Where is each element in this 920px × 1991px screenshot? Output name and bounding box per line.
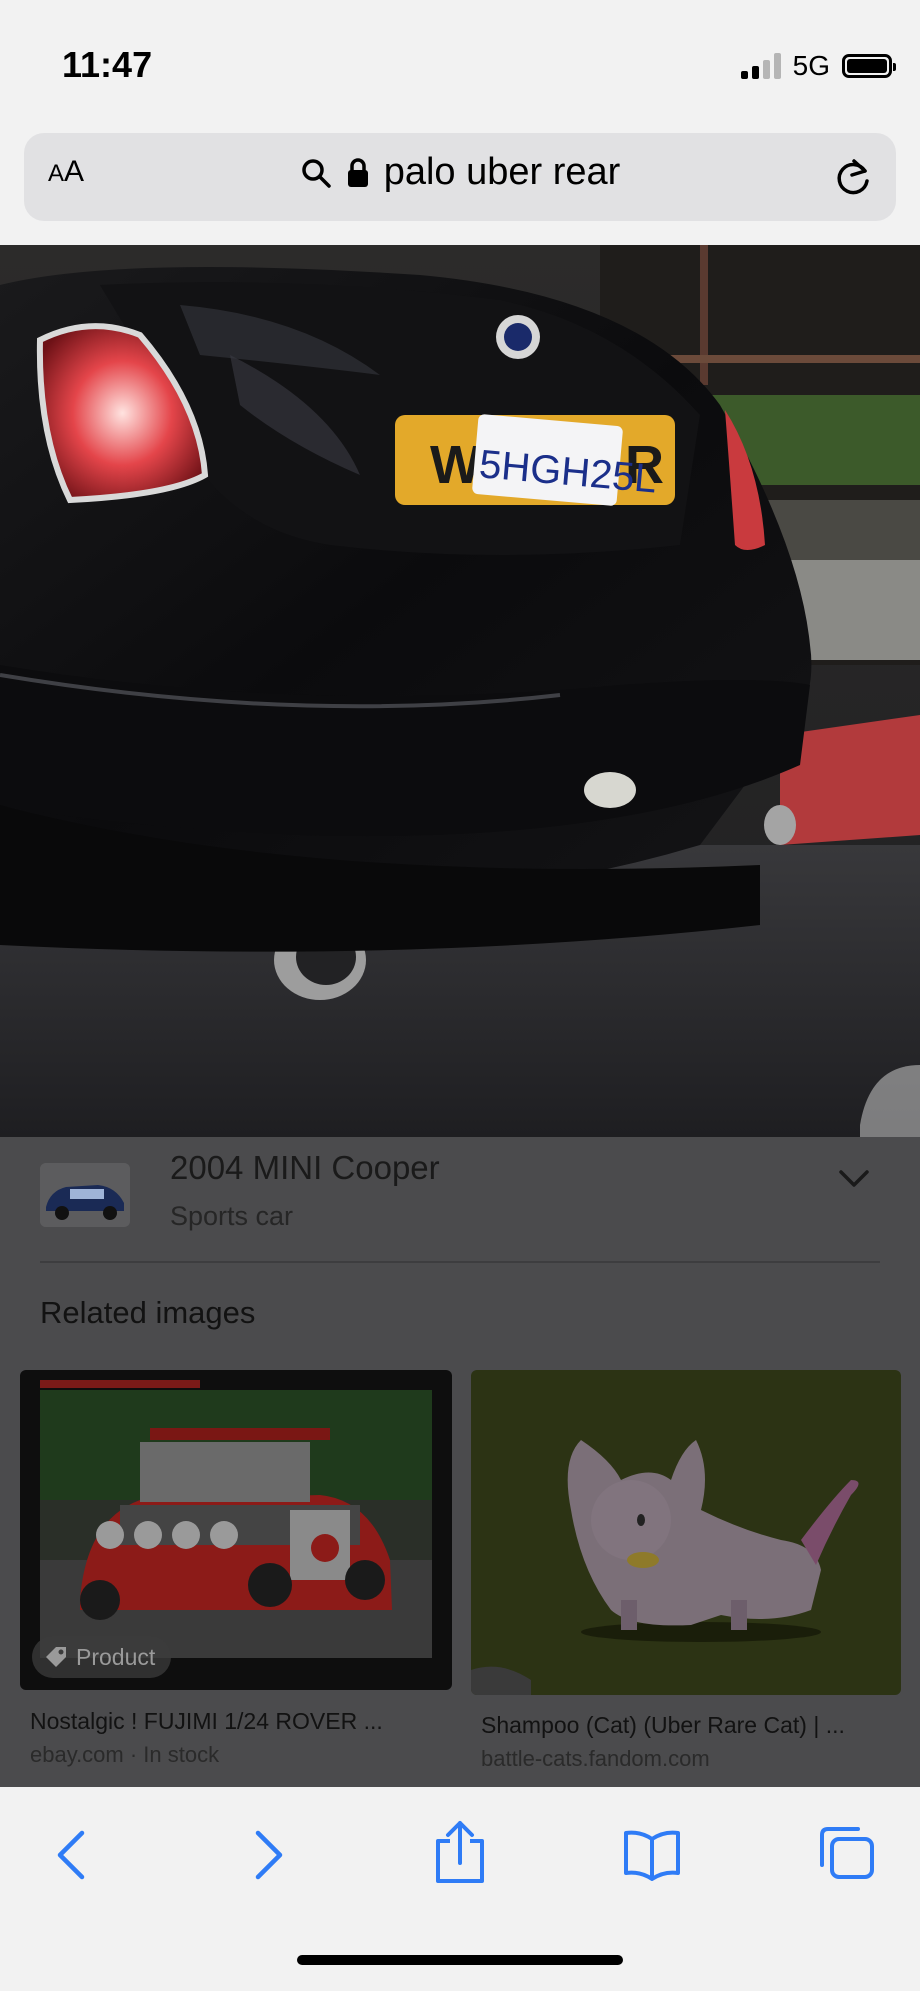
related-card-source: battle-cats.fandom.com — [481, 1746, 710, 1771]
entity-subtitle: Sports car — [170, 1201, 294, 1231]
tag-icon — [46, 1647, 66, 1667]
safari-screen: 11:47 5G AA palo uber rear W R 5HGH25L 2… — [0, 0, 920, 1991]
divider — [40, 1261, 880, 1263]
battery-icon — [842, 54, 896, 78]
related-image-fujimi[interactable]: Product — [20, 1370, 452, 1690]
entity-title: 2004 MINI Cooper — [170, 1149, 440, 1186]
related-image-card[interactable]: Product Nostalgic ! FUJIMI 1/24 ROVER ..… — [20, 1370, 452, 1767]
entity-thumbnail — [40, 1163, 130, 1227]
status-bar: 11:47 5G — [0, 0, 920, 125]
related-image-card[interactable]: Shampoo (Cat) (Uber Rare Cat) | ... batt… — [471, 1370, 903, 1771]
search-result-panel: 2004 MINI Cooper Sports car Related imag… — [0, 1137, 920, 1787]
url-field[interactable]: palo uber rear — [24, 151, 896, 194]
address-bar[interactable]: AA palo uber rear — [24, 133, 896, 221]
related-card-title[interactable]: Shampoo (Cat) (Uber Rare Cat) | ... — [481, 1712, 901, 1739]
url-text: palo uber rear — [383, 151, 621, 193]
reload-icon[interactable] — [832, 155, 874, 199]
car-rear-photo: W R 5HGH25L — [0, 245, 920, 1137]
related-card-title[interactable]: Nostalgic ! FUJIMI 1/24 ROVER ... — [30, 1708, 450, 1735]
related-card-source: ebay.com · In stock — [30, 1742, 220, 1767]
lock-icon — [347, 157, 368, 187]
top-toolbar: AA palo uber rear — [0, 125, 920, 245]
hero-image[interactable]: W R 5HGH25L — [0, 245, 920, 1137]
tabs-icon[interactable] — [816, 1825, 876, 1881]
product-badge: Product — [32, 1636, 172, 1678]
product-badge-label: Product — [76, 1643, 156, 1670]
forward-icon[interactable] — [248, 1827, 288, 1883]
related-image-shampoo-cat[interactable] — [471, 1370, 901, 1695]
status-time: 11:47 — [62, 44, 153, 85]
signal-icon — [740, 53, 781, 79]
network-label: 5G — [792, 50, 830, 81]
related-images-heading: Related images — [40, 1295, 256, 1330]
home-indicator[interactable] — [297, 1955, 623, 1965]
chevron-down-icon[interactable] — [838, 1169, 870, 1189]
share-icon[interactable] — [432, 1819, 488, 1887]
search-icon — [301, 158, 331, 188]
back-icon[interactable] — [52, 1827, 92, 1883]
status-indicators: 5G — [740, 50, 896, 82]
entity-row[interactable]: 2004 MINI Cooper Sports car — [0, 1137, 920, 1261]
bookmarks-icon[interactable] — [622, 1829, 682, 1881]
